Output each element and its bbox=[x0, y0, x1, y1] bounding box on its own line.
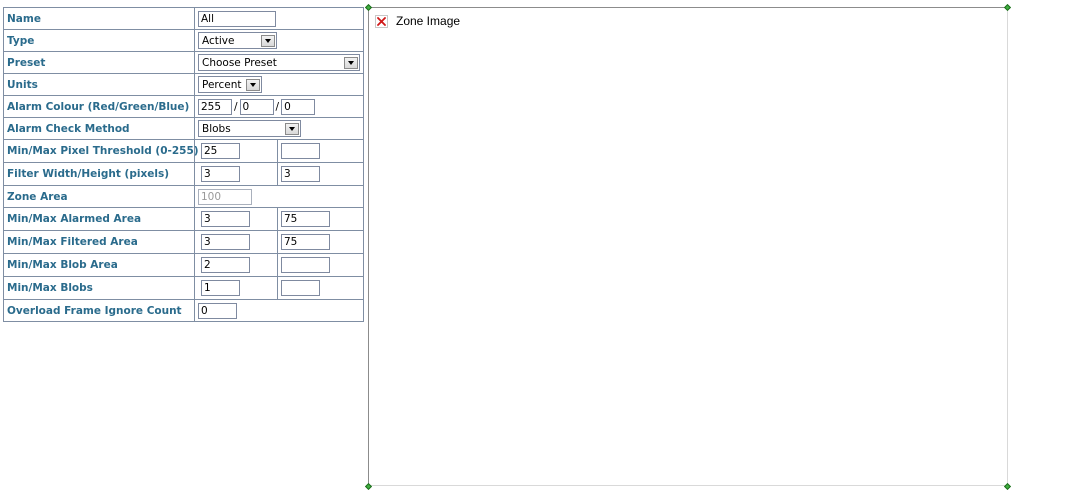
pixel-threshold-label: Min/Max Pixel Threshold (0-255) bbox=[3, 139, 199, 163]
broken-image-icon bbox=[375, 14, 388, 28]
row-filtered-area: Min/Max Filtered Area 3 75 bbox=[3, 230, 364, 254]
alarmed-area-min-input[interactable]: 3 bbox=[201, 211, 250, 227]
alarm-blue-input[interactable]: 0 bbox=[281, 98, 316, 115]
blobs-min-input[interactable]: 1 bbox=[201, 280, 240, 296]
alarm-colour-label: Alarm Colour (Red/Green/Blue) bbox=[3, 95, 195, 118]
alarmed-area-label: Min/Max Alarmed Area bbox=[3, 207, 195, 231]
pixel-threshold-max-input[interactable] bbox=[281, 143, 320, 159]
blob-area-label: Min/Max Blob Area bbox=[3, 253, 195, 277]
zone-area-label: Zone Area bbox=[3, 185, 195, 208]
chevron-down-icon bbox=[344, 56, 358, 69]
zone-image: Zone Image bbox=[375, 14, 460, 28]
filtered-area-label: Min/Max Filtered Area bbox=[3, 230, 195, 254]
zone-area-input: 100 bbox=[198, 188, 252, 205]
blobs-max-input[interactable] bbox=[281, 280, 320, 296]
pixel-threshold-min-input[interactable]: 25 bbox=[201, 143, 240, 159]
row-blob-area: Min/Max Blob Area 2 bbox=[3, 253, 364, 277]
chevron-down-icon bbox=[246, 78, 260, 91]
preset-label: Preset bbox=[3, 51, 195, 74]
blob-area-max-input[interactable] bbox=[281, 257, 330, 273]
filter-size-label: Filter Width/Height (pixels) bbox=[3, 162, 195, 186]
filtered-area-min-input[interactable]: 3 bbox=[201, 234, 250, 250]
alarm-red-input[interactable]: 255 bbox=[198, 98, 232, 115]
name-label: Name bbox=[3, 7, 195, 30]
units-select[interactable]: Percent bbox=[198, 76, 262, 93]
row-overload: Overload Frame Ignore Count 0 bbox=[3, 299, 364, 322]
check-method-select[interactable]: Blobs bbox=[198, 120, 301, 137]
overload-label: Overload Frame Ignore Count bbox=[3, 299, 195, 322]
row-alarmed-area: Min/Max Alarmed Area 3 75 bbox=[3, 207, 364, 231]
blobs-label: Min/Max Blobs bbox=[3, 276, 195, 300]
row-alarm-colour: Alarm Colour (Red/Green/Blue) 255/0/0 bbox=[3, 95, 364, 118]
check-method-label: Alarm Check Method bbox=[3, 117, 195, 140]
blob-area-min-input[interactable]: 2 bbox=[201, 257, 250, 273]
row-name: Name All bbox=[3, 7, 364, 30]
row-units: Units Percent bbox=[3, 73, 364, 96]
preset-select[interactable]: Choose Preset bbox=[198, 54, 360, 71]
name-input[interactable]: All bbox=[198, 10, 276, 27]
row-preset: Preset Choose Preset bbox=[3, 51, 364, 74]
type-select[interactable]: Active bbox=[198, 32, 277, 49]
chevron-down-icon bbox=[261, 34, 275, 47]
row-zone-area: Zone Area 100 bbox=[3, 185, 364, 208]
zone-settings-table: Name All Type Active Preset Choose Prese… bbox=[3, 7, 364, 322]
overload-input[interactable]: 0 bbox=[198, 302, 237, 319]
row-filter-size: Filter Width/Height (pixels) 3 3 bbox=[3, 162, 364, 186]
zone-image-canvas[interactable]: Zone Image bbox=[368, 7, 1008, 486]
row-pixel-threshold: Min/Max Pixel Threshold (0-255) 25 bbox=[3, 139, 364, 163]
type-label: Type bbox=[3, 29, 195, 52]
row-check-method: Alarm Check Method Blobs bbox=[3, 117, 364, 140]
units-label: Units bbox=[3, 73, 195, 96]
alarm-green-input[interactable]: 0 bbox=[239, 98, 274, 115]
alarmed-area-max-input[interactable]: 75 bbox=[281, 211, 330, 227]
row-type: Type Active bbox=[3, 29, 364, 52]
chevron-down-icon bbox=[285, 122, 299, 135]
zone-handle-bottom-right[interactable] bbox=[1003, 482, 1012, 491]
zone-image-alt-text: Zone Image bbox=[396, 14, 461, 28]
filter-height-input[interactable]: 3 bbox=[281, 166, 320, 182]
filtered-area-max-input[interactable]: 75 bbox=[281, 234, 330, 250]
row-blobs: Min/Max Blobs 1 bbox=[3, 276, 364, 300]
filter-width-input[interactable]: 3 bbox=[201, 166, 240, 182]
